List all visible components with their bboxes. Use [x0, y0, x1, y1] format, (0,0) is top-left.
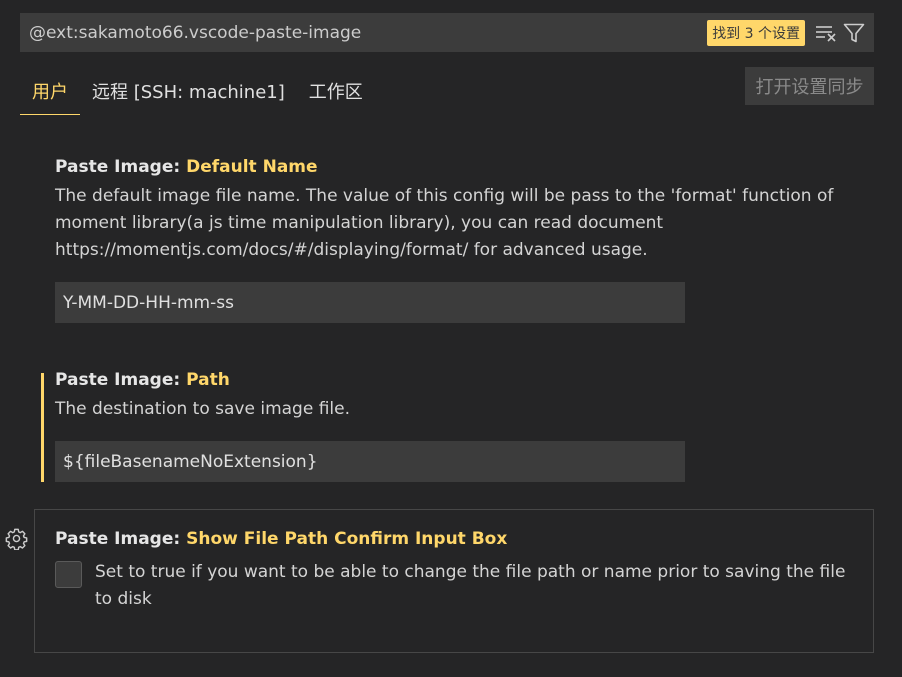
- setting-title: Paste Image: Path: [55, 370, 855, 390]
- modified-indicator: [41, 373, 44, 482]
- setting-show-file-path-confirm: Paste Image: Show File Path Confirm Inpu…: [55, 529, 855, 549]
- settings-scope-tabs: 用户 远程 [SSH: machine1] 工作区: [20, 70, 375, 115]
- setting-description: The default image file name. The value o…: [55, 186, 834, 260]
- setting-path: Paste Image: Path The destination to sav…: [55, 370, 855, 423]
- setting-category: Paste Image:: [55, 370, 187, 390]
- gear-icon[interactable]: [5, 527, 28, 554]
- tab-workspace[interactable]: 工作区: [297, 70, 375, 115]
- setting-name: Path: [186, 370, 230, 390]
- setting-title: Paste Image: Show File Path Confirm Inpu…: [55, 529, 855, 549]
- clear-filter-icon[interactable]: [812, 19, 840, 47]
- setting-title: Paste Image: Default Name: [55, 157, 855, 177]
- checkbox-description: Set to true if you want to be able to ch…: [95, 562, 846, 609]
- search-result-count-badge: 找到 3 个设置: [707, 19, 805, 46]
- setting-name: Show File Path Confirm Input Box: [186, 529, 508, 549]
- filter-icon[interactable]: [840, 19, 868, 47]
- turn-on-settings-sync-button[interactable]: 打开设置同步: [745, 67, 874, 105]
- setting-default-name: Paste Image: Default Name The default im…: [55, 157, 855, 264]
- show-confirm-checkbox[interactable]: [55, 561, 82, 588]
- tab-remote[interactable]: 远程 [SSH: machine1]: [80, 70, 297, 115]
- settings-editor: 找到 3 个设置 用户 远程 [SSH: machine1] 工作区 打开设置同…: [0, 0, 902, 677]
- settings-search-input[interactable]: [20, 13, 708, 52]
- setting-name: Default Name: [186, 157, 318, 177]
- default-name-input[interactable]: [55, 282, 685, 323]
- setting-category: Paste Image:: [55, 529, 187, 549]
- tab-user[interactable]: 用户: [20, 70, 80, 115]
- setting-description: The destination to save image file.: [55, 399, 350, 419]
- setting-category: Paste Image:: [55, 157, 187, 177]
- settings-search-bar: 找到 3 个设置: [20, 13, 874, 52]
- path-input[interactable]: [55, 441, 685, 482]
